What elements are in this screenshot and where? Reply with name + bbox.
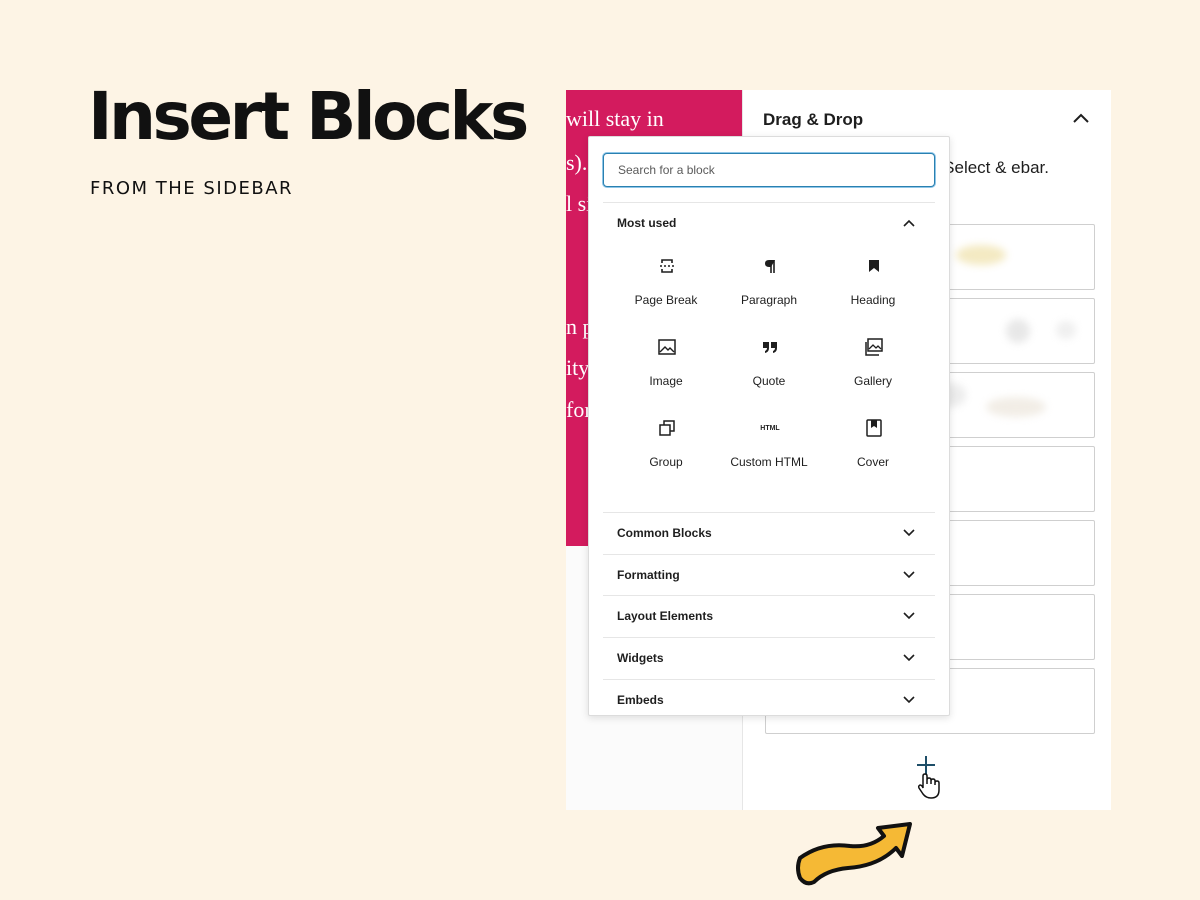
heading-bookmark-icon	[865, 257, 883, 275]
block-item-paragraph[interactable]: Paragraph	[717, 257, 821, 329]
add-block-button[interactable]	[913, 754, 947, 800]
chevron-down-icon	[903, 571, 915, 579]
chevron-up-icon[interactable]	[1073, 110, 1089, 128]
block-item-gallery[interactable]: Gallery	[821, 338, 925, 410]
group-icon	[658, 419, 676, 437]
block-inserter-popover: Most used Page Break Paragraph Heading	[588, 136, 950, 716]
gallery-icon	[865, 338, 883, 356]
section-toggle-widgets[interactable]: Widgets	[603, 638, 935, 678]
editor-text-line: ity	[566, 355, 590, 380]
block-label: Gallery	[853, 374, 892, 388]
block-label: Quote	[752, 374, 786, 388]
section-label: Embeds	[617, 693, 664, 707]
section-label: Most used	[617, 216, 677, 230]
section-label: Formatting	[617, 568, 680, 582]
block-label: Group	[649, 455, 683, 469]
section-toggle-formatting[interactable]: Formatting	[603, 555, 935, 595]
block-label: Paragraph	[740, 293, 798, 307]
page-break-icon	[658, 257, 676, 275]
block-label: Image	[649, 374, 683, 388]
chevron-up-icon	[903, 219, 915, 227]
section-toggle-layout-elements[interactable]: Layout Elements	[603, 596, 935, 636]
quote-icon	[761, 338, 779, 356]
section-toggle-most-used[interactable]: Most used	[603, 203, 935, 243]
slide-title: Insert Blocks	[88, 78, 529, 155]
curved-arrow-icon	[796, 822, 912, 886]
block-item-custom-html[interactable]: HTML Custom HTML	[717, 419, 821, 491]
block-item-page-break[interactable]: Page Break	[614, 257, 718, 329]
section-toggle-common-blocks[interactable]: Common Blocks	[603, 513, 935, 553]
cover-icon	[865, 419, 883, 437]
block-item-image[interactable]: Image	[614, 338, 718, 410]
block-label: Custom HTML	[730, 455, 808, 469]
chevron-down-icon	[903, 529, 915, 537]
slide-subtitle: FROM THE SIDEBAR	[90, 178, 294, 199]
block-label: Heading	[850, 293, 896, 307]
block-item-quote[interactable]: Quote	[717, 338, 821, 410]
block-label: Page Break	[634, 293, 698, 307]
block-search-input[interactable]	[603, 153, 935, 187]
block-item-heading[interactable]: Heading	[821, 257, 925, 329]
block-label: Cover	[856, 455, 889, 469]
block-item-cover[interactable]: Cover	[821, 419, 925, 491]
paragraph-icon	[761, 257, 779, 275]
chevron-down-icon	[903, 696, 915, 704]
chevron-down-icon	[903, 654, 915, 662]
image-icon	[658, 338, 676, 356]
section-label: Widgets	[617, 651, 664, 665]
hand-cursor-icon	[917, 773, 940, 799]
panel-title: Drag & Drop	[763, 110, 864, 129]
html-icon: HTML	[760, 424, 780, 432]
section-toggle-embeds[interactable]: Embeds	[603, 680, 935, 715]
block-item-group[interactable]: Group	[614, 419, 718, 491]
editor-text-line: will stay in	[566, 106, 664, 131]
section-label: Common Blocks	[617, 526, 712, 540]
editor-text-line: s).	[566, 150, 588, 175]
chevron-down-icon	[903, 612, 915, 620]
section-label: Layout Elements	[617, 609, 714, 623]
plus-icon[interactable]	[913, 754, 947, 800]
